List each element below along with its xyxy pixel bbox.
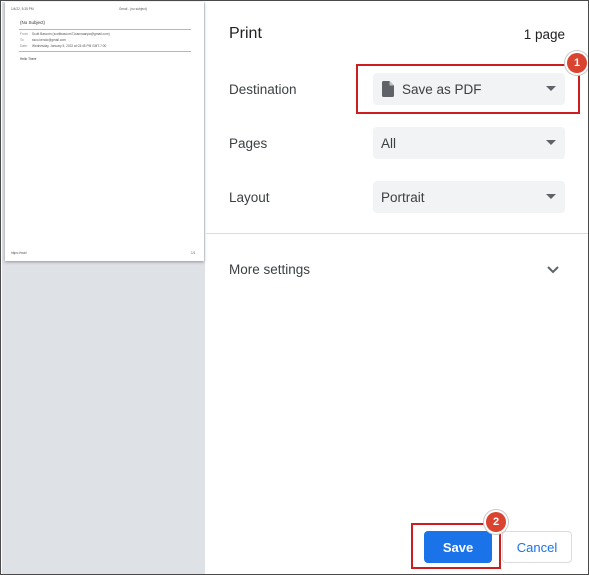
dialog-title: Print [229, 25, 262, 42]
pages-value: All [381, 135, 397, 151]
preview-header-left: 1/4/22, 5:35 PM [11, 7, 34, 11]
preview-field-value: Scott Bascom (scottbascom71cannaanpa@gma… [32, 32, 110, 36]
preview-header-right: Gmail - (no subject) [119, 7, 147, 11]
preview-divider [19, 51, 191, 52]
preview-footer-left: https://mail [11, 251, 27, 255]
pages-select[interactable]: All [373, 127, 565, 159]
preview-footer-right: 1/1 [191, 251, 196, 255]
preview-divider [19, 29, 191, 30]
page-count: 1 page [523, 27, 565, 42]
destination-label: Destination [229, 82, 297, 97]
preview-body-text: Hello There [20, 57, 37, 61]
preview-field-value: ssco.kendo@gmail.com [32, 38, 66, 42]
pages-label: Pages [229, 136, 268, 151]
layout-select[interactable]: Portrait [373, 181, 565, 213]
preview-field-label: Date: [20, 44, 28, 48]
layout-label: Layout [229, 190, 270, 205]
destination-highlight-box [356, 64, 580, 114]
preview-subject: (No Subject) [20, 20, 46, 25]
print-dialog: 1/4/22, 5:35 PM Gmail - (no subject) (No… [0, 0, 589, 575]
page-preview-thumbnail: 1/4/22, 5:35 PM Gmail - (no subject) (No… [5, 2, 204, 261]
preview-field-label: To: [20, 38, 25, 42]
more-settings-toggle[interactable]: More settings [206, 253, 588, 287]
step-badge-2: 2 [486, 512, 506, 532]
more-settings-label: More settings [229, 262, 311, 277]
layout-value: Portrait [381, 189, 425, 205]
save-highlight-box [411, 523, 501, 569]
preview-field-label: From: [20, 32, 29, 36]
caret-down-icon [546, 194, 556, 199]
chevron-down-icon [547, 266, 559, 274]
preview-field-value: Wednesday, January 5, 2022 at 03:45 PM G… [32, 44, 107, 48]
print-preview-pane: 1/4/22, 5:35 PM Gmail - (no subject) (No… [2, 2, 205, 574]
step-badge-1: 1 [567, 53, 587, 73]
caret-down-icon [546, 140, 556, 145]
section-divider [206, 233, 588, 234]
cancel-button[interactable]: Cancel [502, 531, 572, 563]
